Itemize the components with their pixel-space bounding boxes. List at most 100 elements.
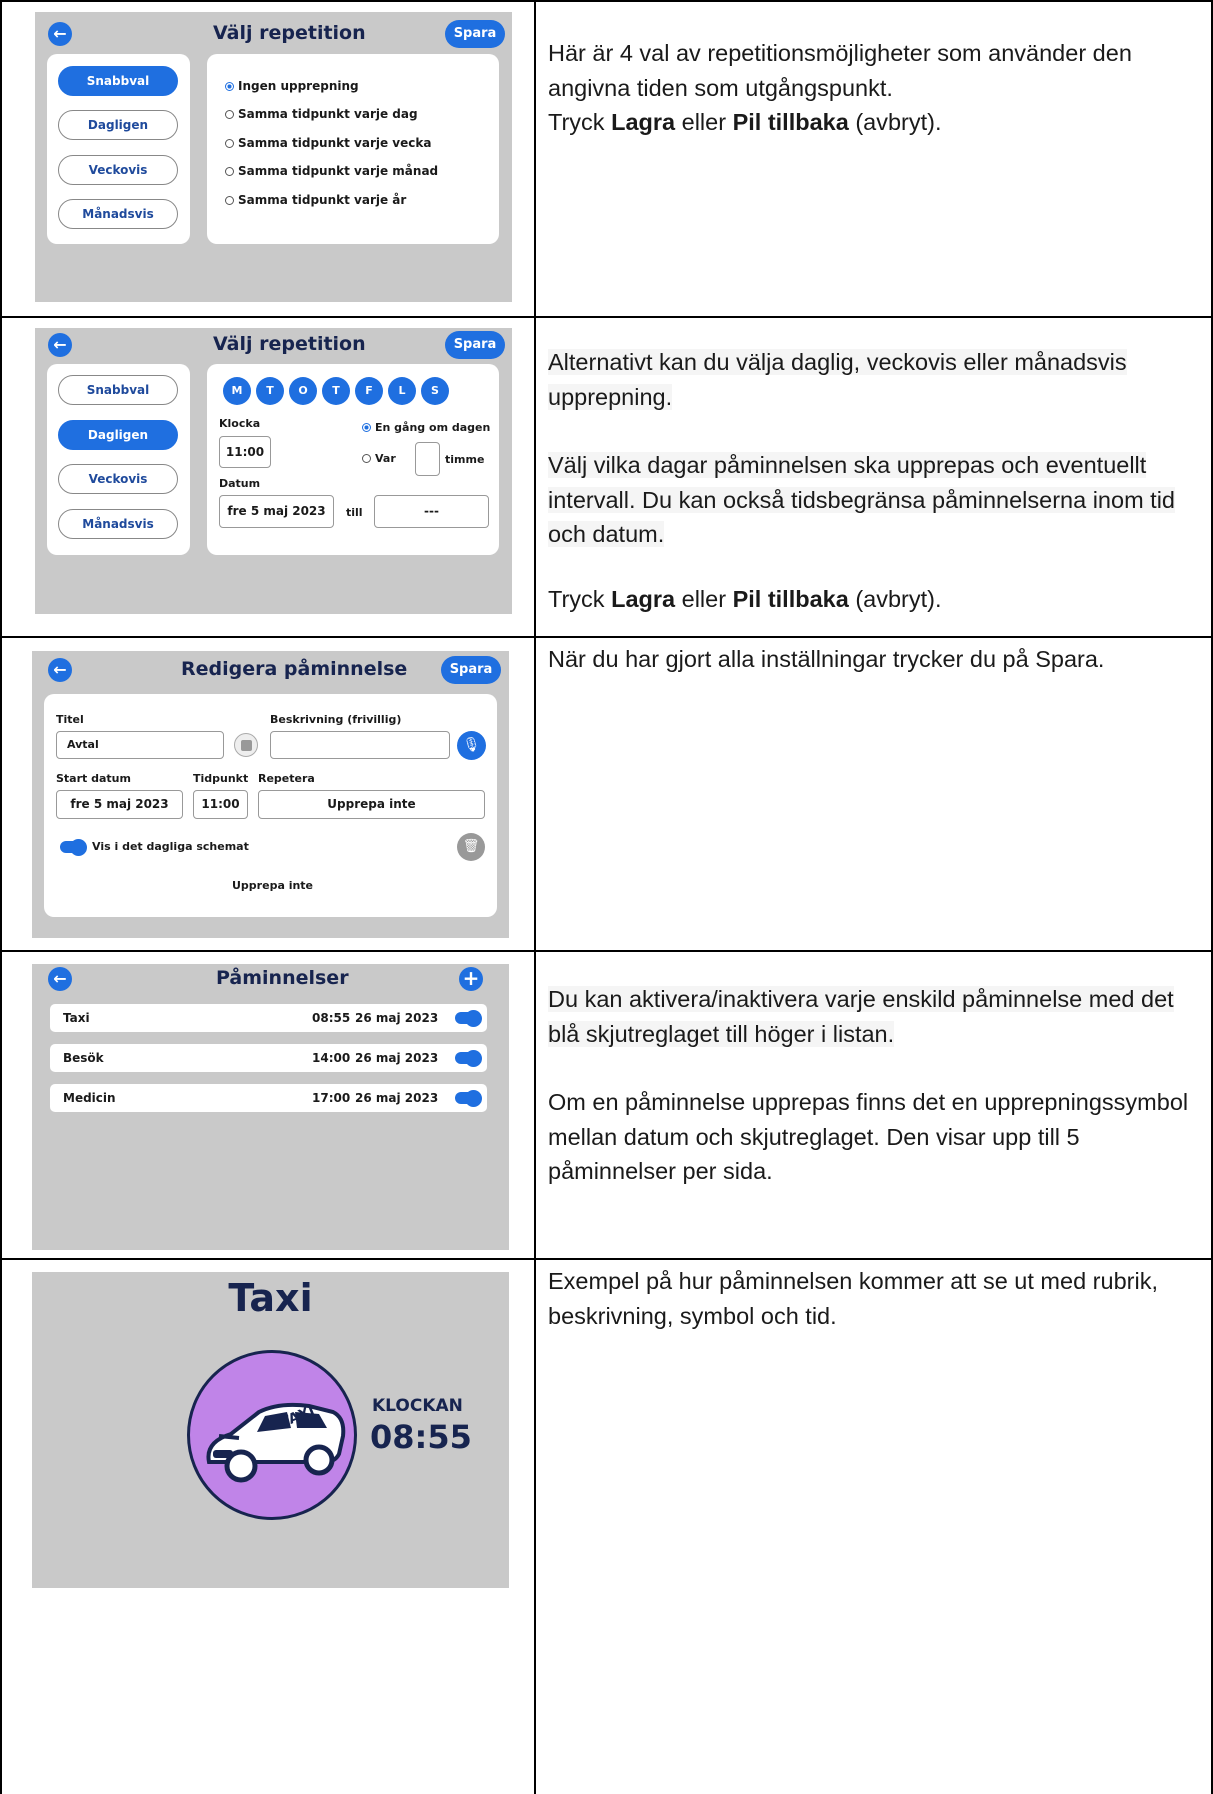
microphone-icon[interactable]: 🎙 <box>457 731 486 760</box>
repeat-summary: Upprepa inte <box>232 879 314 892</box>
save-button[interactable]: Spara <box>441 656 501 684</box>
save-button[interactable]: Spara <box>445 331 505 359</box>
reminder-date: 26 maj 2023 <box>355 1051 439 1065</box>
back-arrow-icon[interactable]: ← <box>48 967 72 991</box>
reminder-name: Medicin <box>63 1091 116 1105</box>
start-date-label: Start datum <box>56 772 131 785</box>
tab-dagligen[interactable]: Dagligen <box>58 420 178 450</box>
reminder-title: Taxi <box>228 1276 313 1320</box>
tab-dagligen[interactable]: Dagligen <box>58 110 178 140</box>
screenshot-repeat-quick: ← Välj repetition Spara Snabbval Daglige… <box>35 12 512 302</box>
repeat-field[interactable]: Upprepa inte <box>258 790 485 819</box>
tab-card: Snabbval Dagligen Veckovis Månadsvis <box>47 54 190 244</box>
description-row-4: Du kan aktivera/inaktivera varje enskild… <box>548 982 1208 1189</box>
description-paragraph: När du har gjort alla inställningar tryc… <box>548 646 1105 672</box>
option-yearly[interactable]: Samma tidpunkt varje år <box>225 193 406 207</box>
trash-icon[interactable]: 🗑 <box>457 833 485 861</box>
row-divider <box>0 950 1213 952</box>
description-instruction: Tryck Lagra eller Pil tillbaka (avbryt). <box>548 109 942 135</box>
back-arrow-icon[interactable]: ← <box>48 22 72 46</box>
reminder-time: 08:55 <box>312 1011 351 1025</box>
screenshot-edit-reminder: ← Redigera påminnelse Spara Titel Avtal … <box>32 651 509 938</box>
add-reminder-plus-icon[interactable]: + <box>459 967 483 991</box>
until-field[interactable]: --- <box>374 495 489 528</box>
radio-icon <box>225 110 234 119</box>
screen-title: Redigera påminnelse <box>181 658 408 680</box>
tab-veckovis[interactable]: Veckovis <box>58 155 178 185</box>
option-monthly[interactable]: Samma tidpunkt varje månad <box>225 164 438 178</box>
edit-form-card: Titel Avtal Beskrivning (frivillig) 🎙 St… <box>44 694 497 917</box>
day-thursday[interactable]: T <box>322 377 350 405</box>
time-field[interactable]: 11:00 <box>193 790 248 819</box>
title-field[interactable]: Avtal <box>56 731 224 759</box>
tab-veckovis[interactable]: Veckovis <box>58 464 178 494</box>
option-daily[interactable]: Samma tidpunkt varje dag <box>225 107 418 121</box>
option-every[interactable]: Var <box>362 452 396 465</box>
description-row-1: Här är 4 val av repetitionsmöjligheter s… <box>548 36 1208 140</box>
save-button[interactable]: Spara <box>445 20 505 48</box>
reminder-time: 08:55 <box>370 1418 472 1456</box>
list-item[interactable]: Taxi 08:55 26 maj 2023 <box>50 1004 487 1032</box>
reminder-toggle[interactable] <box>455 1010 482 1027</box>
reminder-time: 17:00 <box>312 1091 351 1105</box>
start-date-field[interactable]: fre 5 maj 2023 <box>56 790 183 819</box>
clock-label: KLOCKAN <box>372 1396 463 1416</box>
description-label: Beskrivning (frivillig) <box>270 713 402 726</box>
reminder-name: Besök <box>63 1051 104 1065</box>
row-divider <box>0 316 1213 318</box>
day-wednesday[interactable]: O <box>289 377 317 405</box>
list-item[interactable]: Besök 14:00 26 maj 2023 <box>50 1044 487 1072</box>
document-table: ← Välj repetition Spara Snabbval Daglige… <box>0 0 1213 1794</box>
day-monday[interactable]: M <box>223 377 251 405</box>
tab-snabbval[interactable]: Snabbval <box>58 66 178 96</box>
screen-title: Välj repetition <box>213 333 366 355</box>
until-label: till <box>346 506 363 519</box>
date-field[interactable]: fre 5 maj 2023 <box>219 495 334 528</box>
day-saturday[interactable]: L <box>388 377 416 405</box>
option-once-a-day[interactable]: En gång om dagen <box>362 421 490 434</box>
date-label: Datum <box>219 477 261 490</box>
taxi-car-icon <box>206 1402 346 1483</box>
description-row-5: Exempel på hur påminnelsen kommer att se… <box>548 1264 1208 1333</box>
screen-title: Påminnelser <box>216 967 349 989</box>
day-tuesday[interactable]: T <box>256 377 284 405</box>
back-arrow-icon[interactable]: ← <box>48 333 72 357</box>
description-paragraph: Välj vilka dagar påminnelsen ska upprepa… <box>548 452 1175 547</box>
taxi-symbol-icon: TAXI <box>187 1350 357 1520</box>
table-border-top <box>0 0 1213 2</box>
table-column-divider <box>534 0 536 1794</box>
tab-manadsvis[interactable]: Månadsvis <box>58 199 178 229</box>
reminder-date: 26 maj 2023 <box>355 1091 439 1105</box>
schedule-toggle[interactable] <box>60 839 87 856</box>
clock-field[interactable]: 11:00 <box>219 436 271 468</box>
radio-icon <box>362 454 371 463</box>
reminder-toggle[interactable] <box>455 1090 482 1107</box>
interval-field[interactable] <box>415 442 440 476</box>
hour-label: timme <box>445 453 485 466</box>
screenshot-reminder-alert: Taxi TAXI KLOCKAN 08:55 <box>32 1272 509 1588</box>
daily-settings-card: M T O T F L S Klocka 11:00 En gång om da… <box>207 364 499 555</box>
schedule-label: Vis i det dagliga schemat <box>92 840 249 853</box>
description-paragraph: Du kan aktivera/inaktivera varje enskild… <box>548 986 1174 1047</box>
day-friday[interactable]: F <box>355 377 383 405</box>
option-weekly[interactable]: Samma tidpunkt varje vecka <box>225 136 431 150</box>
tab-snabbval[interactable]: Snabbval <box>58 375 178 405</box>
description-paragraph: Här är 4 val av repetitionsmöjligheter s… <box>548 40 1132 101</box>
tab-manadsvis[interactable]: Månadsvis <box>58 509 178 539</box>
options-card: Ingen upprepning Samma tidpunkt varje da… <box>207 54 499 244</box>
calendar-icon[interactable] <box>234 733 258 757</box>
reminder-name: Taxi <box>63 1011 90 1025</box>
list-item[interactable]: Medicin 17:00 26 maj 2023 <box>50 1084 487 1112</box>
description-row-2: Alternativt kan du välja daglig, veckovi… <box>548 345 1208 616</box>
option-no-repeat[interactable]: Ingen upprepning <box>225 79 359 93</box>
description-field[interactable] <box>270 731 450 759</box>
description-instruction: Tryck Lagra eller Pil tillbaka (avbryt). <box>548 585 942 612</box>
radio-icon <box>225 139 234 148</box>
back-arrow-icon[interactable]: ← <box>48 658 72 682</box>
radio-selected-icon <box>225 82 234 91</box>
reminder-toggle[interactable] <box>455 1050 482 1067</box>
day-sunday[interactable]: S <box>421 377 449 405</box>
repeat-label: Repetera <box>258 772 315 785</box>
